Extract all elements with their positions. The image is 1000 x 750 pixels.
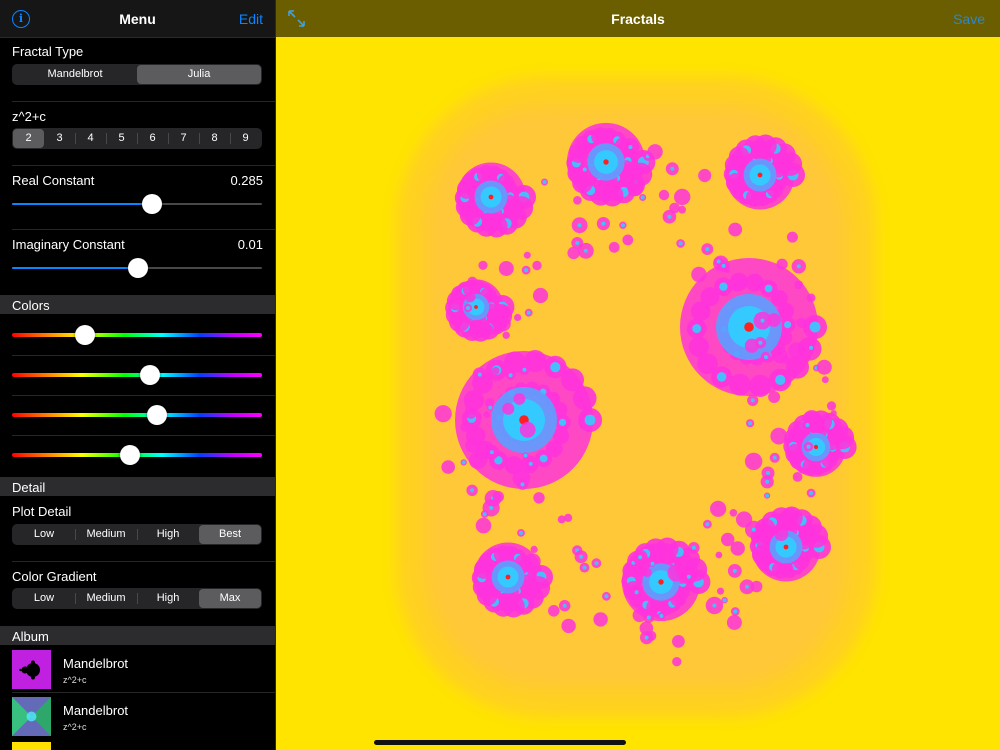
album-item[interactable]: Mandelbrot z^2+c [0,693,275,739]
main-title: Fractals [611,11,665,27]
color-gradient-label: Color Gradient [12,569,97,584]
divider [12,355,275,356]
fractal-view: Fractals Save [276,0,1000,750]
slider-thumb[interactable] [142,194,162,214]
fractal-type-segmented-control: Mandelbrot Julia [12,64,262,85]
album-section-header: Album [0,626,275,645]
rainbow-track [12,373,262,377]
sidebar: i Menu Edit Fractal Type Mandelbrot Juli… [0,0,275,750]
main-navbar: Fractals Save [276,0,1000,37]
formula-label: z^2+c [12,109,46,124]
real-constant-value: 0.285 [230,173,263,188]
album-header-label: Album [12,629,49,644]
colors-section-header: Colors [0,295,275,314]
exponent-segmented-control: 2 3 4 5 6 7 8 9 [12,128,262,149]
plot-detail-label: Plot Detail [12,504,72,519]
slider-thumb[interactable] [74,325,95,345]
edit-button[interactable]: Edit [239,11,263,27]
color-gradient-max[interactable]: Max [199,589,261,608]
imaginary-constant-value: 0.01 [237,237,263,252]
color-slider-4[interactable] [12,445,262,465]
imaginary-constant-slider[interactable] [12,258,262,278]
slider-thumb[interactable] [139,365,160,385]
slider-fill [12,267,139,269]
divider [12,165,275,166]
divider [12,435,275,436]
rainbow-track [12,413,262,417]
detail-section-header: Detail [0,477,275,496]
plot-detail-best[interactable]: Best [199,525,261,544]
mandelbrot-thumbnail [12,650,51,689]
exponent-option-7[interactable]: 7 [168,129,199,148]
divider [12,561,275,562]
save-button[interactable]: Save [953,11,985,27]
color-slider-1[interactable] [12,325,262,345]
exponent-option-8[interactable]: 8 [199,129,230,148]
exponent-option-2[interactable]: 2 [13,129,44,148]
color-slider-3[interactable] [12,405,262,425]
exponent-option-5[interactable]: 5 [106,129,137,148]
real-constant-label: Real Constant [12,173,95,188]
album-item-name: Mandelbrot [63,703,129,718]
rainbow-track [12,333,262,337]
slider-fill [12,203,152,205]
fractal-type-julia[interactable]: Julia [137,65,261,84]
exponent-option-4[interactable]: 4 [75,129,106,148]
album-item-name: Mandelbrot [63,656,129,671]
slider-thumb[interactable] [147,405,167,425]
fractal-type-mandelbrot[interactable]: Mandelbrot [13,65,137,84]
plot-detail-low[interactable]: Low [13,525,75,544]
plot-detail-segmented-control: Low Medium High Best [12,524,262,545]
detail-header-label: Detail [12,480,46,495]
album-item[interactable]: Mandelbrot z^2+c [0,646,275,692]
fractal-thumbnail [12,697,51,736]
exponent-option-3[interactable]: 3 [44,129,75,148]
divider [12,395,275,396]
color-gradient-medium[interactable]: Medium [75,589,137,608]
exponent-option-6[interactable]: 6 [137,129,168,148]
album-thumbnail-partial[interactable] [12,742,51,750]
slider-thumb[interactable] [128,258,149,278]
plot-detail-high[interactable]: High [137,525,199,544]
slider-thumb[interactable] [119,445,140,465]
imaginary-constant-label: Imaginary Constant [12,237,125,252]
color-gradient-high[interactable]: High [137,589,199,608]
album-item-formula: z^2+c [63,722,87,732]
colors-header-label: Colors [12,298,50,313]
color-gradient-segmented-control: Low Medium High Max [12,588,262,609]
plot-detail-medium[interactable]: Medium [75,525,137,544]
home-indicator [374,740,626,745]
color-slider-2[interactable] [12,365,262,385]
fractal-canvas[interactable] [276,37,1000,750]
divider [12,229,275,230]
real-constant-slider[interactable] [12,194,262,214]
sidebar-navbar: i Menu Edit [0,0,275,38]
album-item-formula: z^2+c [63,675,87,685]
sidebar-title: Menu [119,11,156,27]
color-gradient-low[interactable]: Low [13,589,75,608]
divider [12,101,275,102]
exponent-option-9[interactable]: 9 [230,129,261,148]
fractal-type-label: Fractal Type [12,44,84,59]
